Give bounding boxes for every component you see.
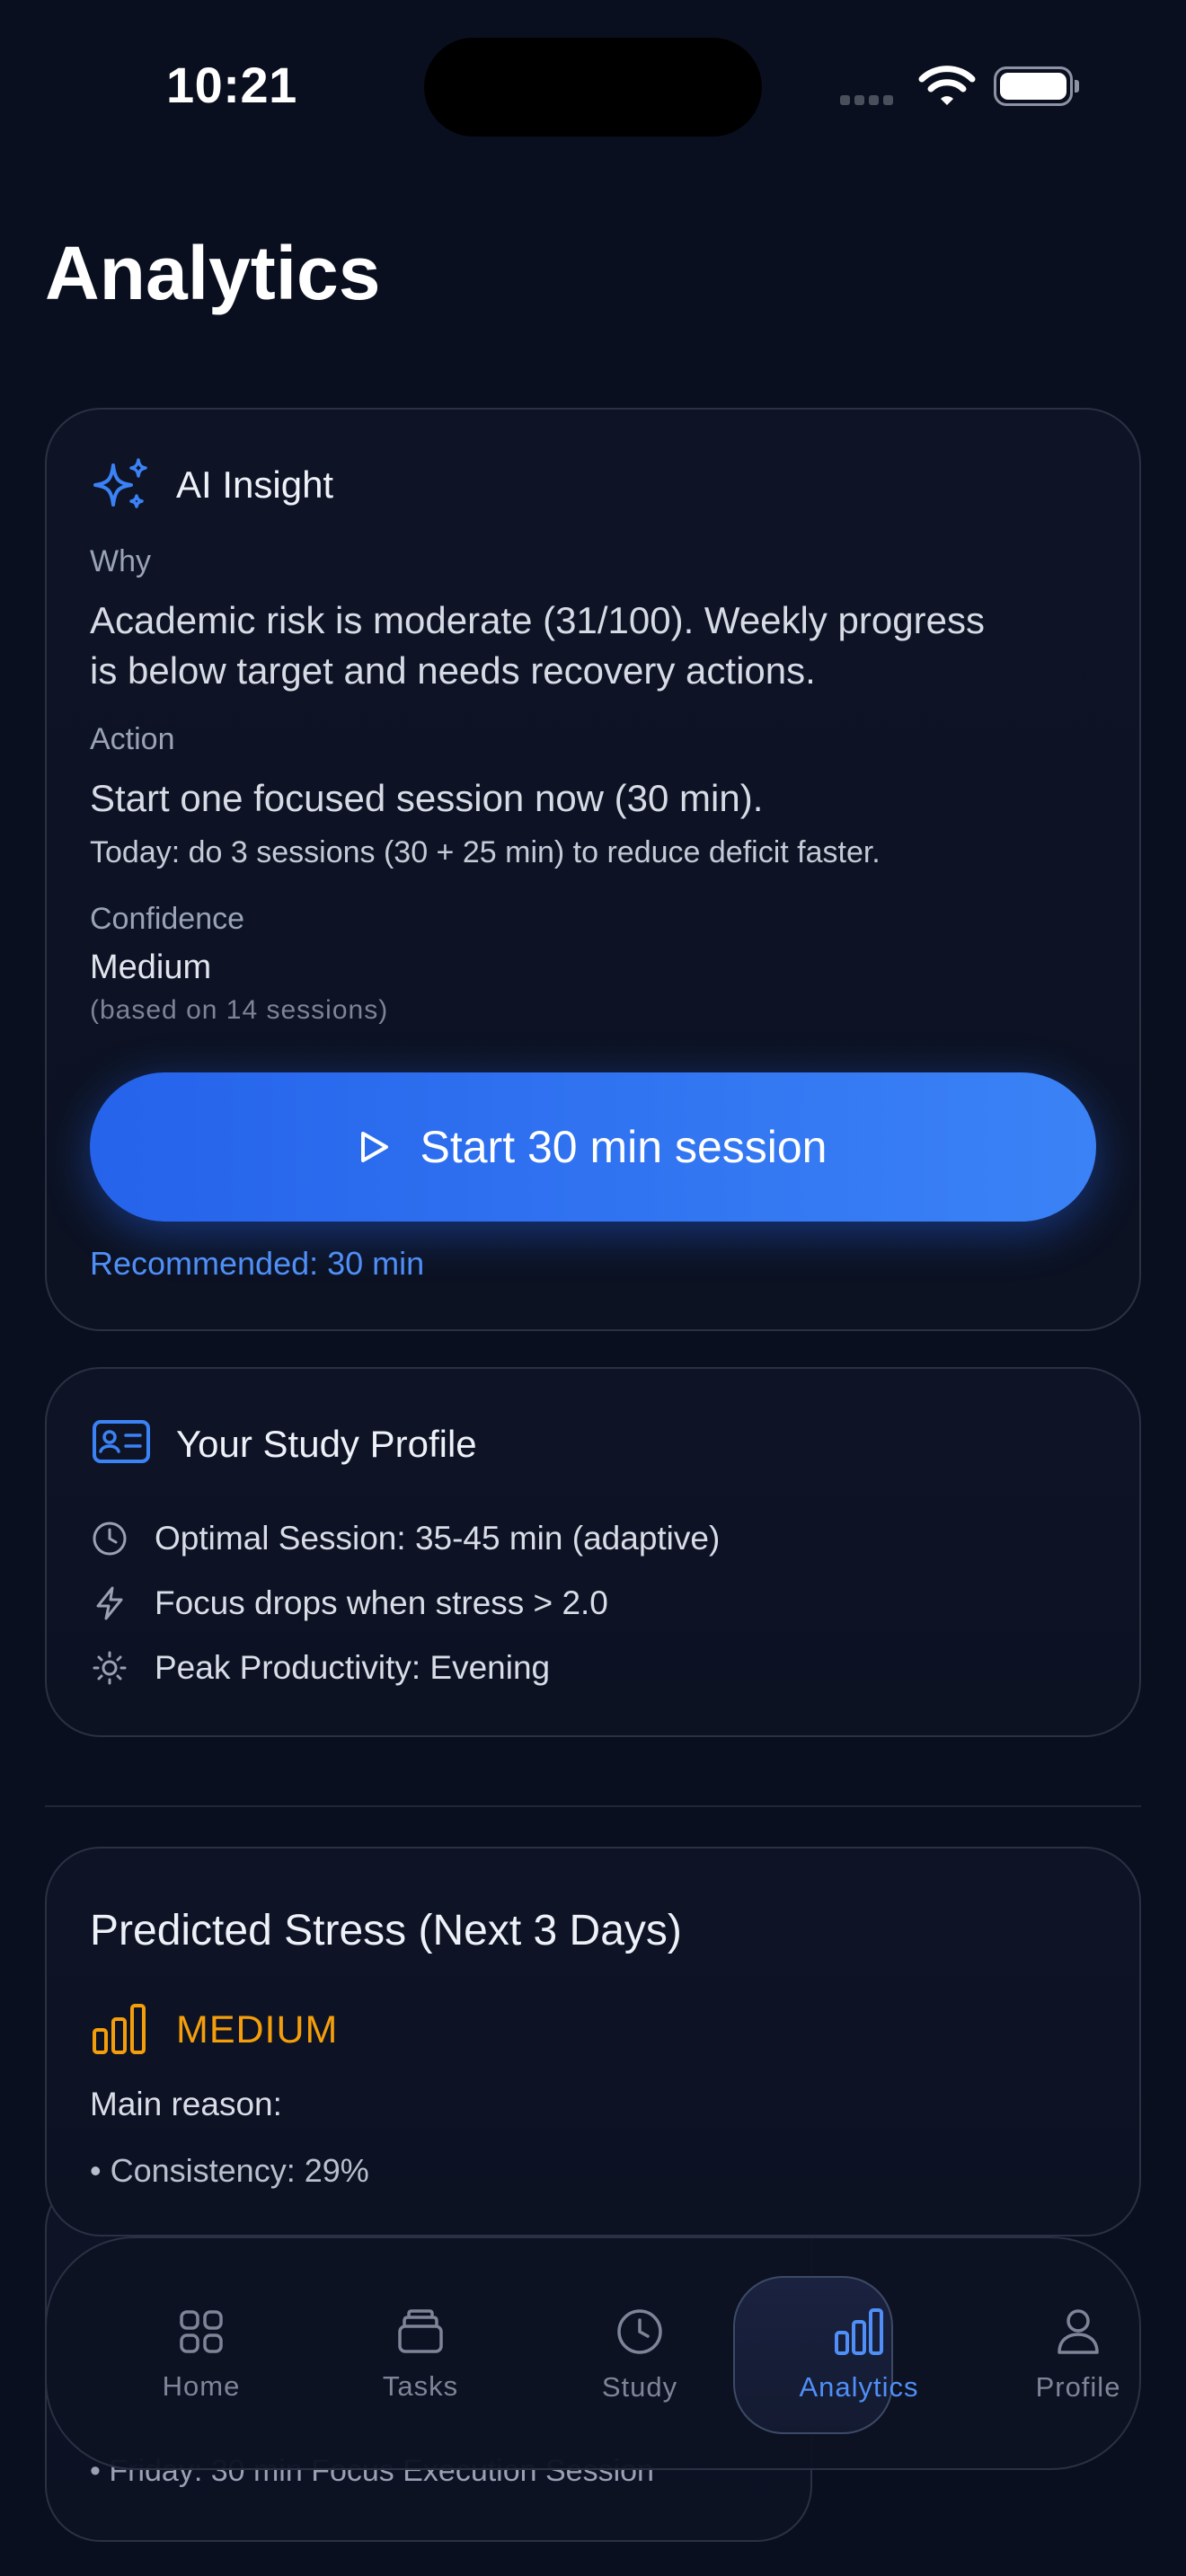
profile-item-text: Peak Productivity: Evening [155, 1649, 551, 1686]
sun-icon [92, 1650, 128, 1686]
clock-icon [615, 2307, 664, 2360]
bar-chart-icon [834, 2307, 884, 2360]
start-session-label: Start 30 min session [420, 1122, 828, 1172]
cellular-signal-icon [840, 93, 898, 110]
start-session-button[interactable]: Start 30 min session [90, 1072, 1096, 1222]
person-icon [1056, 2307, 1101, 2360]
confidence-label: Confidence [90, 902, 245, 936]
profile-item-text: Optimal Session: 35-45 min (adaptive) [155, 1520, 721, 1557]
sparkle-icon [90, 456, 153, 518]
reason-item: • Consistency: 29% [90, 2152, 369, 2189]
tab-study[interactable]: Study [559, 2238, 721, 2472]
why-text-line1: Academic risk is moderate (31/100). Week… [90, 599, 985, 641]
confidence-note: (based on 14 sessions) [90, 995, 389, 1025]
stress-level-icon [92, 2003, 147, 2060]
tab-profile[interactable]: Profile [997, 2238, 1159, 2472]
wifi-icon [918, 65, 976, 112]
why-label: Why [90, 544, 151, 578]
confidence-value: Medium [90, 948, 212, 986]
action-detail: Today: do 3 sessions (30 + 25 min) to re… [90, 835, 881, 869]
tab-label: Study [601, 2370, 678, 2403]
tab-analytics[interactable]: Analytics [778, 2238, 940, 2472]
reason-label: Main reason: [90, 2086, 282, 2122]
profile-item-session: Optimal Session: 35-45 min (adaptive) [92, 1520, 720, 1557]
ai-insight-title: AI Insight [176, 463, 334, 506]
stack-icon [396, 2308, 445, 2360]
tab-bar: Home Tasks Study Analytics Profile [45, 2236, 1141, 2470]
play-icon [359, 1130, 390, 1164]
tab-label: Home [162, 2369, 241, 2402]
clock-icon [92, 1521, 128, 1557]
profile-item-focus: Focus drops when stress > 2.0 [92, 1584, 608, 1622]
predicted-stress-title: Predicted Stress (Next 3 Days) [90, 1907, 682, 1954]
tab-tasks[interactable]: Tasks [340, 2238, 501, 2472]
action-text: Start one focused session now (30 min). [90, 777, 764, 819]
id-card-icon [92, 1419, 151, 1469]
status-time: 10:21 [166, 57, 297, 113]
grid-icon [178, 2308, 225, 2360]
profile-item-text: Focus drops when stress > 2.0 [155, 1584, 608, 1621]
page-title: Analytics [45, 231, 381, 315]
tab-label: Profile [1035, 2370, 1121, 2403]
battery-icon [994, 66, 1079, 106]
study-profile-title: Your Study Profile [176, 1423, 477, 1465]
action-label: Action [90, 722, 175, 756]
tab-home[interactable]: Home [120, 2238, 282, 2472]
section-divider [45, 1805, 1141, 1807]
tab-label: Tasks [382, 2369, 459, 2402]
stress-level: MEDIUM [176, 2008, 339, 2051]
profile-item-peak: Peak Productivity: Evening [92, 1649, 550, 1687]
tab-label: Analytics [799, 2370, 919, 2403]
dynamic-island [424, 38, 762, 137]
lightning-icon [92, 1585, 128, 1621]
why-text-line2: is below target and needs recovery actio… [90, 649, 816, 692]
recommended-duration: Recommended: 30 min [90, 1245, 425, 1282]
